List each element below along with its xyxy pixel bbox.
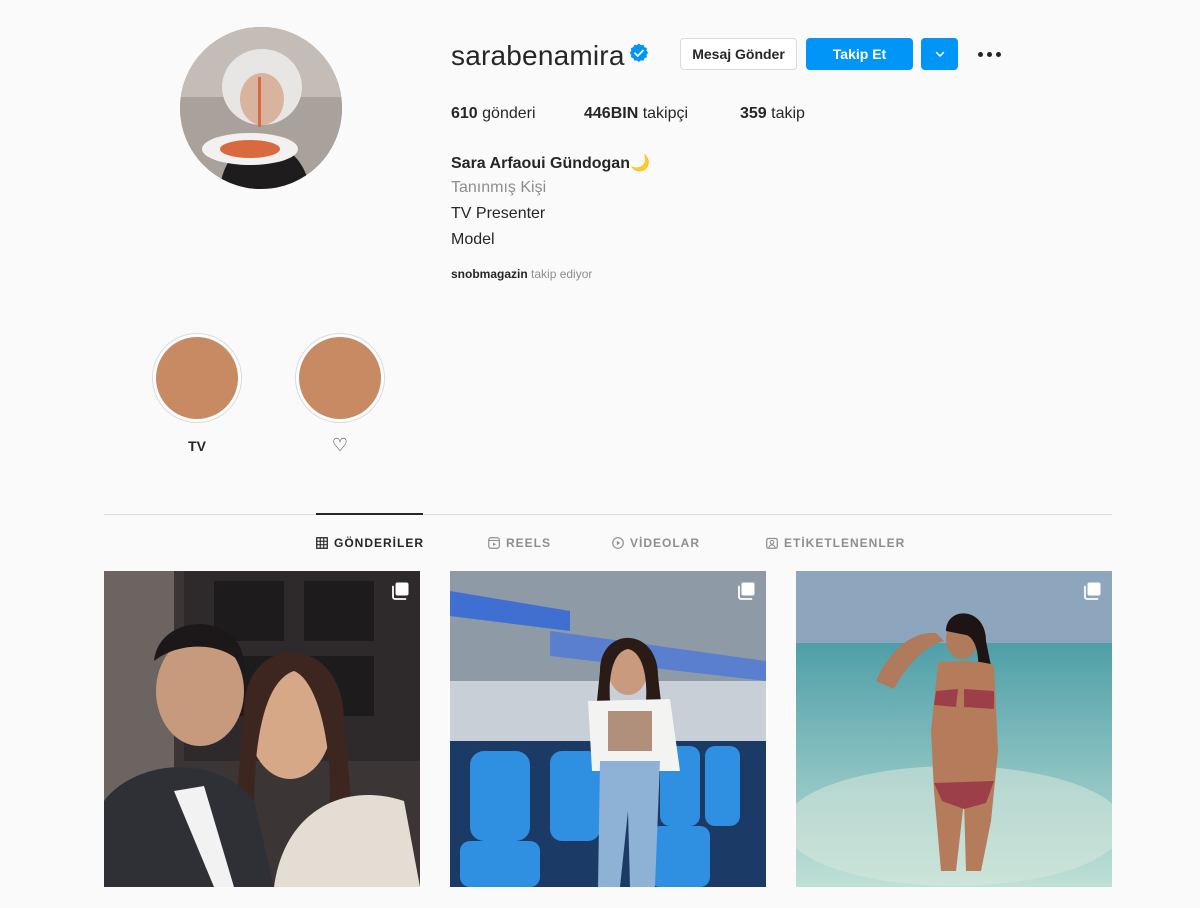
post-thumbnail[interactable] bbox=[796, 571, 1112, 887]
ellipsis-icon bbox=[977, 51, 983, 57]
bio-line: Model bbox=[451, 231, 495, 248]
posts-count-stat: 610 gönderi bbox=[451, 105, 536, 123]
more-options-button[interactable] bbox=[975, 42, 1003, 66]
multiple-images-icon bbox=[1084, 582, 1101, 600]
following-count: 359 bbox=[740, 105, 767, 122]
highlight-ring[interactable] bbox=[152, 333, 242, 423]
tagged-icon bbox=[766, 537, 778, 549]
verified-badge-icon bbox=[629, 43, 649, 62]
tab-posts[interactable]: GÖNDERİLER bbox=[316, 536, 424, 550]
followers-count: 446BIN bbox=[584, 105, 639, 122]
tab-label: VİDEOLAR bbox=[630, 536, 701, 550]
post-image bbox=[104, 571, 420, 887]
highlight-cover bbox=[156, 337, 238, 419]
play-icon bbox=[612, 537, 624, 549]
profile-username: sarabenamira bbox=[451, 40, 625, 71]
followed-by-username[interactable]: snobmagazin bbox=[451, 267, 528, 281]
avatar-photo bbox=[180, 27, 342, 189]
tab-tagged[interactable]: ETİKETLENENLER bbox=[766, 536, 905, 550]
post-image bbox=[796, 571, 1112, 887]
suggested-accounts-button[interactable] bbox=[921, 38, 958, 70]
highlight-ring[interactable] bbox=[295, 333, 385, 423]
tab-label: GÖNDERİLER bbox=[334, 536, 425, 550]
highlight-label: TV bbox=[188, 438, 206, 454]
profile-avatar[interactable] bbox=[180, 27, 342, 189]
post-thumbnail[interactable] bbox=[450, 571, 766, 887]
multiple-images-icon bbox=[738, 582, 755, 600]
post-thumbnail[interactable] bbox=[104, 571, 420, 887]
active-tab-indicator bbox=[316, 513, 423, 515]
following-label: takip bbox=[771, 105, 805, 122]
heart-icon: ♡ bbox=[331, 435, 349, 455]
posts-count: 610 bbox=[451, 105, 478, 122]
highlight-cover bbox=[299, 337, 381, 419]
followed-by-suffix: takip ediyor bbox=[531, 267, 593, 281]
follow-button[interactable]: Takip Et bbox=[806, 38, 913, 70]
story-highlight[interactable]: TV bbox=[152, 333, 242, 454]
followers-stat[interactable]: 446BIN takipçi bbox=[584, 105, 688, 123]
story-highlight[interactable]: ♡ bbox=[295, 333, 385, 456]
tab-reels[interactable]: REELS bbox=[488, 536, 551, 550]
multiple-images-icon bbox=[392, 582, 409, 600]
bio-line: TV Presenter bbox=[451, 205, 546, 222]
profile-category: Tanınmış Kişi bbox=[451, 179, 547, 196]
post-image bbox=[450, 571, 766, 887]
grid-icon bbox=[316, 537, 328, 549]
following-stat[interactable]: 359 takip bbox=[740, 105, 805, 123]
tab-label: ETİKETLENENLER bbox=[784, 536, 906, 550]
followers-label: takipçi bbox=[642, 105, 689, 122]
chevron-down-icon bbox=[935, 51, 944, 57]
message-button[interactable]: Mesaj Gönder bbox=[680, 38, 797, 70]
profile-full-name: Sara Arfaoui Gündogan🌙 bbox=[451, 155, 650, 172]
tab-label: REELS bbox=[506, 536, 552, 550]
tab-videos[interactable]: VİDEOLAR bbox=[612, 536, 700, 550]
tabs-divider bbox=[104, 514, 1112, 515]
posts-label: gönderi bbox=[482, 105, 536, 122]
reels-icon bbox=[488, 537, 500, 549]
followed-by[interactable]: snobmagazin takip ediyor bbox=[451, 267, 592, 281]
